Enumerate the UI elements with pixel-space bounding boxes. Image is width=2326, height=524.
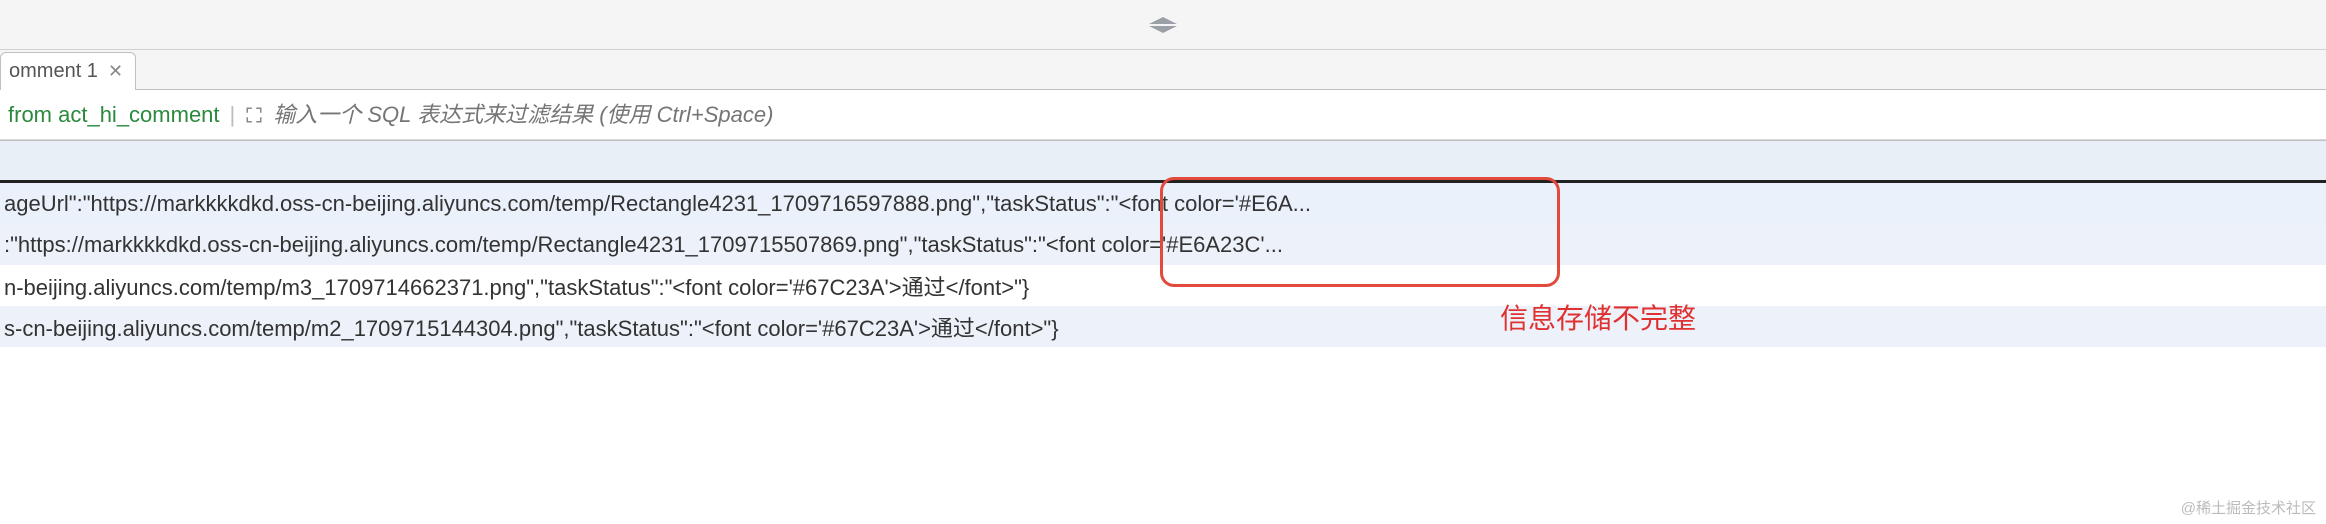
table-row[interactable]: s-cn-beijing.aliyuncs.com/temp/m2_170971… [0, 306, 2326, 347]
tab-bar: omment 1 ✕ [0, 50, 2326, 90]
cell-value: ageUrl":"https://markkkkdkd.oss-cn-beiji… [4, 191, 1311, 217]
separator: | [230, 102, 236, 128]
filter-row: from act_hi_comment | [0, 90, 2326, 140]
panel-drag-handle[interactable] [1149, 17, 1177, 33]
table-row[interactable]: ageUrl":"https://markkkkdkd.oss-cn-beiji… [0, 183, 2326, 224]
top-separator-bar [0, 0, 2326, 50]
cell-value: s-cn-beijing.aliyuncs.com/temp/m2_170971… [4, 311, 1059, 343]
cell-value: :"https://markkkkdkd.oss-cn-beijing.aliy… [4, 232, 1283, 258]
cell-value: n-beijing.aliyuncs.com/temp/m3_170971466… [4, 270, 1029, 302]
close-icon[interactable]: ✕ [108, 61, 123, 82]
table-row[interactable]: :"https://markkkkdkd.oss-cn-beijing.aliy… [0, 224, 2326, 265]
arrow-up-icon [1149, 17, 1177, 24]
grid-header [0, 141, 2326, 183]
watermark: @稀土掘金技术社区 [2181, 497, 2316, 518]
sql-filter-input[interactable] [273, 102, 2318, 128]
annotation-text: 信息存储不完整 [1500, 297, 1696, 337]
sql-source-label: from act_hi_comment [8, 102, 220, 128]
table-row[interactable]: n-beijing.aliyuncs.com/temp/m3_170971466… [0, 265, 2326, 306]
arrow-down-icon [1149, 26, 1177, 33]
tab-label: omment 1 [9, 60, 98, 83]
result-tab[interactable]: omment 1 ✕ [0, 52, 136, 90]
grid-body: ageUrl":"https://markkkkdkd.oss-cn-beiji… [0, 183, 2326, 347]
result-grid: ageUrl":"https://markkkkdkd.oss-cn-beiji… [0, 140, 2326, 347]
fullscreen-icon[interactable] [245, 106, 263, 124]
